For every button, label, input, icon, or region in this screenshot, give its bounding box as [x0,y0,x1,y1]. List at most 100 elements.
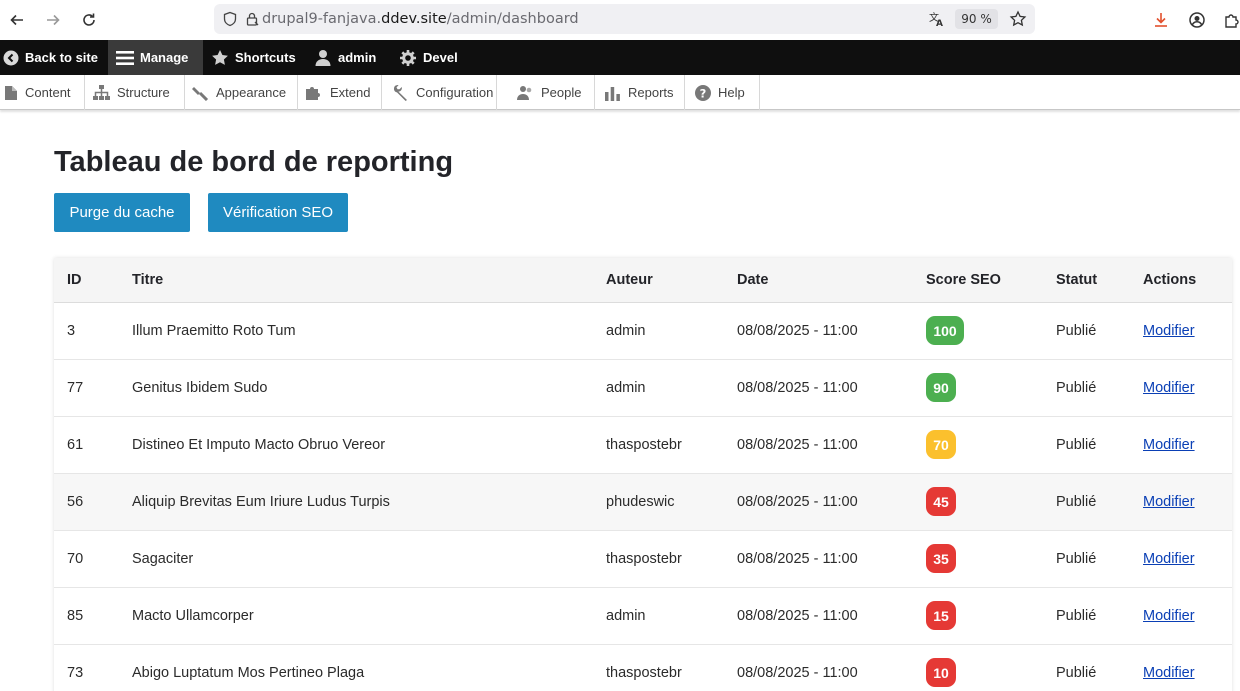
tab-user[interactable]: admin [314,40,376,75]
bookmark-star-icon[interactable] [1009,10,1027,33]
header-date[interactable]: Date [737,272,768,288]
reload-icon[interactable] [77,8,101,32]
admin-toolbar: Back to site Manage Shortcuts admin Deve… [0,40,1240,75]
menu-item-people[interactable]: People [497,75,595,110]
seo-score-badge: 70 [926,430,956,459]
seo-score-badge: 10 [926,658,956,687]
edit-link[interactable]: Modifier [1143,437,1195,453]
cell-author: thaspostebr [606,437,682,453]
configuration-label: Configuration [416,85,494,100]
edit-link[interactable]: Modifier [1143,494,1195,510]
seo-score-badge: 15 [926,601,956,630]
cell-id: 56 [67,494,84,510]
edit-link[interactable]: Modifier [1143,665,1195,681]
appearance-label: Appearance [216,85,287,100]
puzzle-icon [306,86,320,100]
cell-date: 08/08/2025 - 11:00 [737,551,858,567]
table-row: 61 Distineo Et Imputo Macto Obruo Vereor t… [54,417,1232,474]
bar-chart-icon [605,86,620,101]
page-icon [5,85,17,100]
paint-brush-icon [192,86,209,101]
edit-link[interactable]: Modifier [1143,380,1195,396]
cell-date: 08/08/2025 - 11:00 [737,494,858,510]
cell-id: 70 [67,551,84,567]
cell-id: 3 [67,323,76,339]
cell-status: Publié [1056,494,1097,510]
header-id[interactable]: ID [67,272,82,288]
svg-text:A: A [936,19,943,28]
menu-item-help[interactable]: ? Help [685,75,760,110]
cell-id: 85 [67,608,84,624]
menu-item-appearance[interactable]: Appearance [185,75,298,110]
cell-title: Abigo Luptatum Mos Pertineo Plaga [132,665,365,681]
menu-item-reports[interactable]: Reports [595,75,685,110]
account-icon[interactable] [1185,8,1209,32]
cell-author: admin [606,323,646,339]
table-row: 73 Abigo Luptatum Mos Pertineo Plaga thasp… [54,645,1232,691]
table-row: 3 Illum Praemitto Roto Tum admin 08/08/2025… [54,303,1232,360]
lock-icon[interactable] [244,11,260,32]
shortcuts-label: Shortcuts [235,50,296,65]
url-text[interactable]: drupal9-fanjava.ddev.site/admin/dashboar… [262,11,579,27]
forward-arrow-icon[interactable] [41,8,65,32]
edit-link[interactable]: Modifier [1143,551,1195,567]
cell-title: Macto Ullamcorper [132,608,254,624]
cell-title: Genitus Ibidem Sudo [132,380,268,396]
url-domain: ddev.site [381,11,447,27]
cell-title: Distineo Et Imputo Macto Obruo Vereor [132,437,386,453]
shield-icon[interactable] [222,11,238,32]
cell-date: 08/08/2025 - 11:00 [737,323,858,339]
address-bar[interactable]: drupal9-fanjava.ddev.site/admin/dashboar… [214,4,1035,34]
back-arrow-icon[interactable] [5,8,29,32]
tab-devel[interactable]: Devel [399,40,458,75]
cell-date: 08/08/2025 - 11:00 [737,608,858,624]
admin-menu-tray: Content Structure Appearance Extend Conf… [0,75,1240,110]
menu-item-structure[interactable]: Structure [85,75,185,110]
star-icon [212,49,228,65]
browser-toolbar: drupal9-fanjava.ddev.site/admin/dashboar… [0,0,1240,40]
header-author[interactable]: Auteur [606,272,653,288]
help-label: Help [718,85,745,100]
manage-label: Manage [140,50,189,65]
svg-text:?: ? [700,86,707,100]
header-status[interactable]: Statut [1056,272,1097,288]
cell-title: Aliquip Brevitas Eum Iriure Ludus Turpis [132,494,390,510]
back-to-site-link[interactable]: Back to site [0,40,104,75]
tab-shortcuts[interactable]: Shortcuts [211,40,296,75]
menu-item-extend[interactable]: Extend [298,75,382,110]
menu-item-configuration[interactable]: Configuration [382,75,497,110]
seo-score-badge: 35 [926,544,956,573]
seo-score-badge: 90 [926,373,956,402]
download-icon[interactable] [1149,8,1173,32]
header-seo-score[interactable]: Score SEO [926,272,1001,288]
seo-score-badge: 45 [926,487,956,516]
cell-title: Illum Praemitto Roto Tum [132,323,296,339]
seo-check-button[interactable]: Vérification SEO [208,193,348,232]
structure-label: Structure [117,85,170,100]
header-actions: Actions [1143,272,1197,288]
gear-icon [400,49,416,66]
cell-status: Publié [1056,551,1097,567]
help-icon: ? [695,84,711,101]
tab-manage[interactable]: Manage [108,40,203,75]
purge-cache-button[interactable]: Purge du cache [54,193,190,232]
cell-status: Publié [1056,437,1097,453]
cell-status: Publié [1056,608,1097,624]
extensions-icon[interactable] [1220,8,1240,32]
translate-icon[interactable]: 文A [928,10,946,33]
cell-status: Publié [1056,323,1097,339]
people-icon [517,85,532,100]
cell-author: thaspostebr [606,551,682,567]
menu-item-content[interactable]: Content [0,75,85,110]
people-label: People [541,85,582,100]
cell-title: Sagaciter [132,551,194,567]
content-label: Content [25,85,71,100]
header-title[interactable]: Titre [132,272,163,288]
zoom-level[interactable]: 90 % [955,9,998,29]
edit-link[interactable]: Modifier [1143,608,1195,624]
extend-label: Extend [330,85,371,100]
edit-link[interactable]: Modifier [1143,323,1195,339]
cell-date: 08/08/2025 - 11:00 [737,380,858,396]
user-label: admin [338,50,377,65]
back-circle-icon [3,50,19,65]
